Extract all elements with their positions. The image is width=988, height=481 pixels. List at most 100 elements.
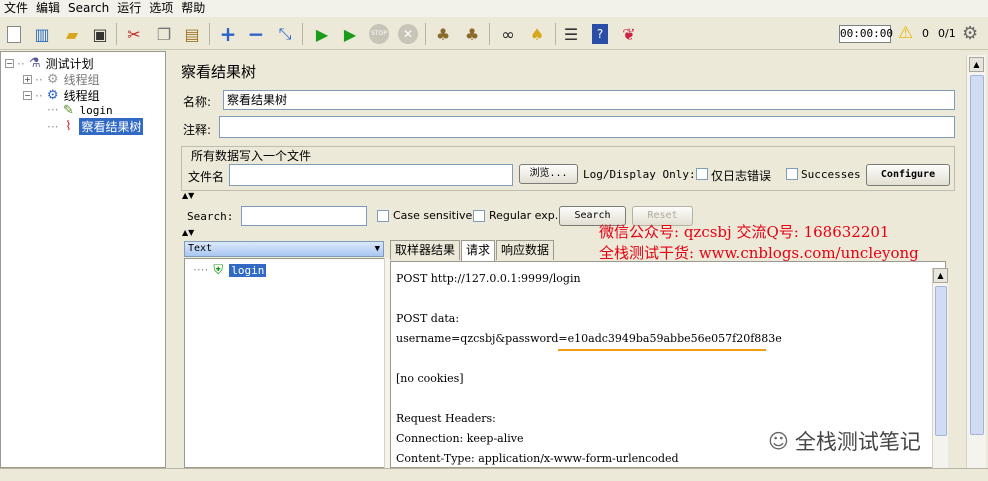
- copy-icon[interactable]: ❐: [152, 22, 176, 46]
- stop-icon[interactable]: STOP: [367, 22, 391, 46]
- thread-group-icon: ⚙: [46, 72, 59, 87]
- content-line: POST http://127.0.0.1:9999/login: [396, 272, 581, 285]
- tree-label: login: [79, 103, 113, 117]
- splitter-arrows-icon[interactable]: ▲▼: [182, 192, 194, 200]
- content-line: username=qzcsbj&password=e10adc3949ba59a…: [396, 332, 782, 345]
- warning-icon[interactable]: ⚠: [898, 23, 913, 43]
- tree-node-test-plan[interactable]: − ·· ⚗ 测试计划: [5, 55, 94, 72]
- search-label: Search:: [187, 210, 234, 223]
- function-helper-icon[interactable]: ☰: [559, 22, 583, 46]
- menu-bar: 文件 编辑 Search 运行 选项 帮助: [0, 0, 988, 17]
- filename-field[interactable]: [229, 164, 513, 186]
- cut-icon[interactable]: ✂: [122, 22, 146, 46]
- menu-search[interactable]: Search: [64, 0, 113, 17]
- gear-icon[interactable]: ⚙: [962, 23, 978, 44]
- remote-icon[interactable]: ❦: [617, 22, 641, 46]
- save-icon[interactable]: ▣: [88, 22, 112, 46]
- watermark-line-1: 微信公众号: qzcsbj 交流Q号: 168632201: [599, 223, 890, 241]
- tree-label: 测试计划: [45, 57, 94, 71]
- open-icon[interactable]: ▰: [60, 22, 84, 46]
- sampler-icon: ✎: [63, 102, 74, 118]
- toolbar: ▥ ▰ ▣ ✂ ❐ ▤ + − ⤡ ▶ ▶ STOP ✕ ♣ ♣ ∞ ♠ ☰ ?…: [0, 17, 988, 50]
- toggle-icon[interactable]: ⤡: [273, 22, 297, 46]
- list-item[interactable]: ···· ⛨ login: [193, 262, 267, 278]
- clear-all-icon[interactable]: ♣: [460, 22, 484, 46]
- tree-label: 线程组: [63, 73, 100, 87]
- result-tabs: 取样器结果 请求 响应数据: [390, 240, 555, 261]
- content-line: POST data:: [396, 312, 460, 325]
- broom-icon[interactable]: ♠: [525, 22, 549, 46]
- successes-checkbox[interactable]: [786, 168, 798, 180]
- file-section-legend: 所有数据写入一个文件: [189, 147, 314, 164]
- menu-edit[interactable]: 编辑: [32, 0, 64, 17]
- browse-button[interactable]: 浏览...: [519, 164, 578, 184]
- test-plan-tree: − ·· ⚗ 测试计划 + ·· ⚙ 线程组 − ·· ⚙ 线程组 ··· ✎ …: [0, 51, 166, 468]
- vertical-splitter[interactable]: [166, 51, 174, 468]
- menu-file[interactable]: 文件: [0, 0, 32, 17]
- tree-node-login[interactable]: ··· ✎ login: [47, 102, 113, 118]
- tab-response-data[interactable]: 响应数据: [496, 240, 555, 260]
- wechat-icon: ☺: [768, 429, 789, 453]
- comment-field[interactable]: [219, 116, 955, 138]
- menu-help[interactable]: 帮助: [177, 0, 209, 17]
- scroll-thumb[interactable]: [935, 286, 947, 436]
- tab-sampler-result[interactable]: 取样器结果: [390, 240, 461, 260]
- file-label: 文件名: [188, 170, 225, 184]
- name-label: 名称:: [183, 95, 212, 109]
- paste-icon[interactable]: ▤: [180, 22, 204, 46]
- content-line: Content-Type: application/x-www-form-url…: [396, 452, 679, 465]
- regex-checkbox[interactable]: [473, 210, 485, 222]
- expand-toggle[interactable]: +: [23, 75, 32, 84]
- wechat-label: 全栈测试笔记: [794, 430, 921, 454]
- tree-node-results-tree[interactable]: ··· ⌇ 察看结果树: [47, 118, 144, 135]
- start-icon[interactable]: ▶: [310, 22, 334, 46]
- listener-icon: ⌇: [65, 119, 72, 134]
- errors-label: 仅日志错误: [711, 169, 772, 183]
- menu-run[interactable]: 运行: [113, 0, 145, 17]
- collapse-toggle[interactable]: −: [5, 59, 14, 68]
- new-icon[interactable]: [2, 22, 26, 46]
- scroll-up-icon[interactable]: ▲: [969, 57, 984, 72]
- renderer-value: Text: [188, 243, 213, 254]
- clear-icon[interactable]: ♣: [431, 22, 455, 46]
- splitter-arrows-icon[interactable]: ▲▼: [182, 229, 194, 237]
- binoculars-icon[interactable]: ∞: [496, 22, 520, 46]
- success-shield-icon: ⛨: [213, 262, 224, 278]
- start-no-pause-icon[interactable]: ▶: [338, 22, 362, 46]
- case-sensitive-label: Case sensitive: [393, 209, 473, 222]
- renderer-select[interactable]: Text ▼: [184, 241, 384, 257]
- configure-button[interactable]: Configure: [866, 164, 950, 186]
- flask-icon: ⚗: [28, 56, 41, 71]
- comment-label: 注释:: [183, 123, 212, 137]
- password-underline: [558, 349, 766, 351]
- case-sensitive-checkbox[interactable]: [377, 210, 389, 222]
- scroll-up-icon[interactable]: ▲: [933, 268, 948, 283]
- scroll-thumb[interactable]: [970, 75, 984, 435]
- templates-icon[interactable]: ▥: [30, 22, 54, 46]
- tree-label: 察看结果树: [79, 118, 144, 135]
- name-field[interactable]: 察看结果树: [223, 90, 955, 110]
- tab-request[interactable]: 请求: [461, 240, 496, 261]
- help-icon[interactable]: ?: [588, 22, 612, 46]
- watermark-line-2: 全栈测试干货: www.cnblogs.com/uncleyong: [599, 244, 919, 262]
- expand-icon[interactable]: +: [216, 22, 240, 46]
- panel-scrollbar[interactable]: ▲: [966, 55, 986, 468]
- log-display-label: Log/Display Only:: [583, 168, 696, 181]
- content-line: Request Headers:: [396, 412, 496, 425]
- content-line: [no cookies]: [396, 372, 464, 385]
- search-input[interactable]: [241, 206, 367, 226]
- tree-node-thread-group[interactable]: + ·· ⚙ 线程组: [23, 71, 100, 88]
- elapsed-timer: 00:00:00: [839, 25, 893, 43]
- sample-result-list: ···· ⛨ login: [184, 258, 385, 468]
- regex-label: Regular exp.: [489, 209, 559, 222]
- errors-checkbox[interactable]: [696, 168, 708, 180]
- content-scrollbar[interactable]: ▲: [932, 268, 948, 468]
- horizontal-splitter[interactable]: ▲▼: [176, 192, 966, 200]
- collapse-icon[interactable]: −: [244, 22, 268, 46]
- shutdown-icon[interactable]: ✕: [396, 22, 420, 46]
- status-bar: [0, 468, 988, 481]
- menu-options[interactable]: 选项: [145, 0, 177, 17]
- warning-count: 0: [922, 27, 929, 40]
- collapse-toggle[interactable]: −: [23, 91, 32, 100]
- thread-count: 0/1: [938, 27, 956, 40]
